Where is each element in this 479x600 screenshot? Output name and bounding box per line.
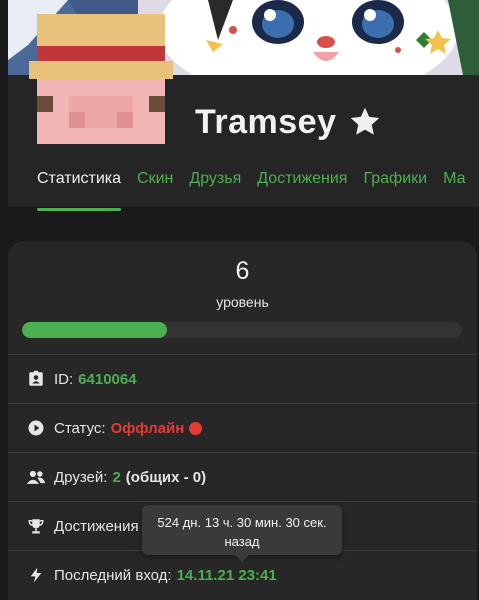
id-label: ID:	[54, 370, 74, 388]
level-progress-bar	[22, 322, 462, 338]
avatar	[29, 14, 173, 144]
play-circle-icon	[26, 418, 46, 438]
friends-label: Друзей:	[54, 468, 108, 486]
id-badge-icon	[26, 369, 46, 389]
id-value: 6410064	[78, 370, 137, 388]
achievements-label: Достижения	[54, 517, 139, 535]
last-login-value[interactable]: 14.11.21 23:41	[177, 567, 277, 584]
stat-row-status: Статус: Оффлайн	[8, 403, 477, 452]
username-row: Tramsey	[195, 100, 383, 144]
tab-charts[interactable]: Графики	[363, 160, 427, 210]
status-value: Оффлайн	[110, 419, 185, 437]
tooltip-line-1: 524 дн. 13 ч. 30 мин. 30 сек.	[157, 515, 327, 530]
tooltip-line-2: назад	[224, 534, 260, 549]
tab-skin[interactable]: Скин	[137, 160, 173, 210]
friends-count[interactable]: 2	[112, 469, 120, 486]
last-login-label: Последний вход:	[54, 566, 172, 584]
stat-row-id: ID: 6410064	[8, 354, 477, 403]
profile-page: Tramsey Статистика Скин Друзья Достижени…	[0, 0, 479, 600]
offline-dot-icon	[189, 421, 203, 435]
friends-common: (общих - 0)	[125, 468, 207, 486]
star-icon	[350, 107, 379, 135]
level-label: уровень	[216, 294, 269, 310]
level-progress-fill	[22, 322, 168, 338]
tab-friends[interactable]: Друзья	[189, 160, 241, 210]
profile-tabs: Статистика Скин Друзья Достижения График…	[37, 160, 469, 211]
lightning-icon	[26, 565, 46, 585]
tab-achievements[interactable]: Достижения	[257, 160, 347, 210]
stat-row-friends: Друзей: 2 (общих - 0)	[8, 452, 477, 501]
tab-statistics[interactable]: Статистика	[37, 160, 122, 211]
last-login-tooltip: 524 дн. 13 ч. 30 мин. 30 сек. назад	[142, 505, 342, 562]
level-value: 6	[235, 257, 250, 285]
users-icon	[26, 467, 46, 487]
username: Tramsey	[195, 102, 337, 141]
status-label: Статус:	[54, 419, 106, 437]
tab-more[interactable]: Ма	[443, 160, 469, 210]
trophy-icon	[26, 516, 46, 536]
